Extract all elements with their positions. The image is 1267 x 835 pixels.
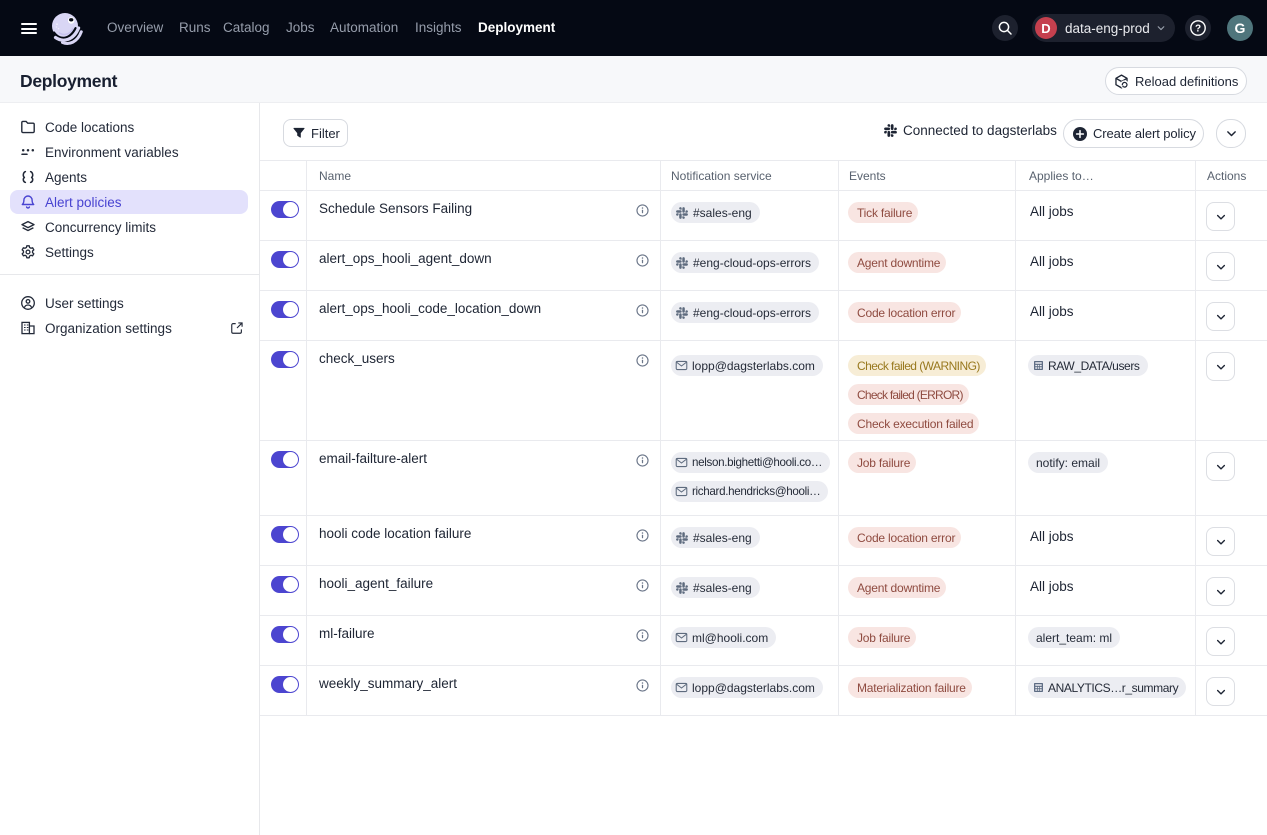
svg-text:?: ? xyxy=(1195,24,1201,35)
